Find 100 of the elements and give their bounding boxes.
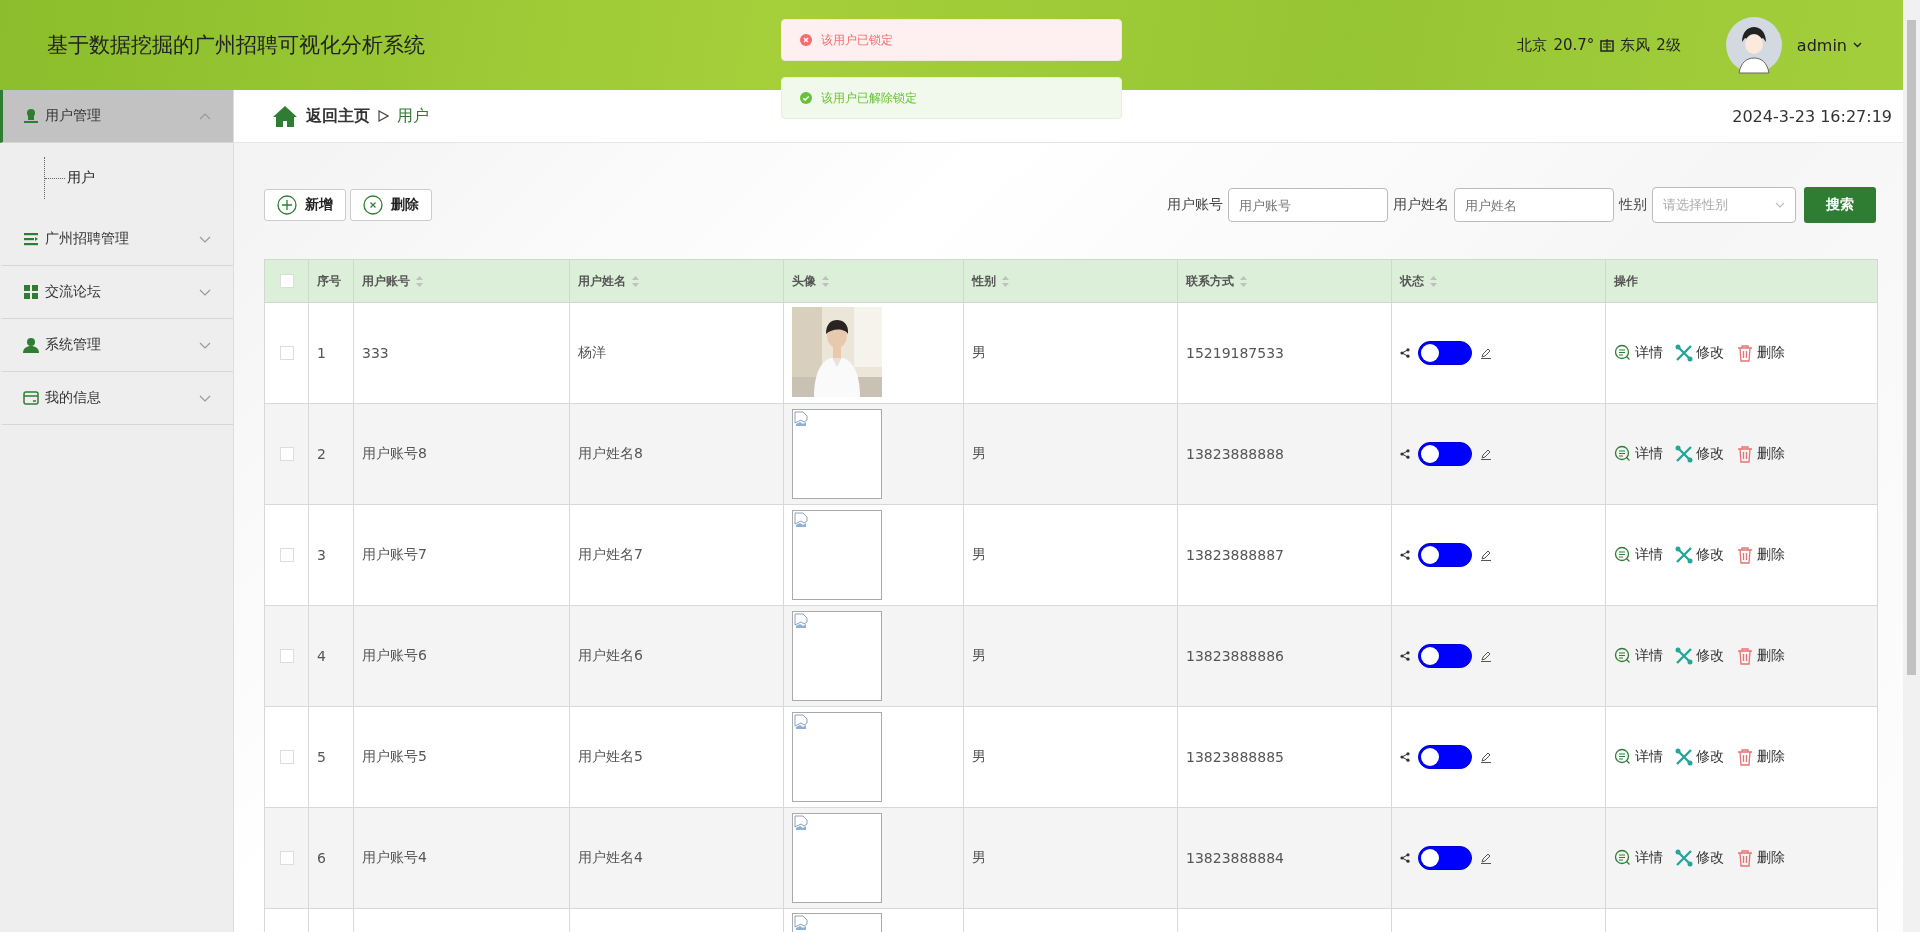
detail-icon xyxy=(1614,445,1632,463)
detail-link[interactable]: 详情 xyxy=(1614,647,1663,665)
edit-link[interactable]: 修改 xyxy=(1675,647,1724,665)
edit-link[interactable]: 修改 xyxy=(1675,344,1724,362)
table-cell: 15219187533 xyxy=(1177,302,1392,404)
pencil-icon[interactable] xyxy=(1480,347,1492,359)
select-all-checkbox[interactable] xyxy=(279,274,294,288)
user-name[interactable]: admin xyxy=(1796,35,1847,55)
scrollbar-thumb[interactable] xyxy=(1907,20,1916,675)
detail-link[interactable]: 详情 xyxy=(1614,849,1663,867)
row-checkbox[interactable] xyxy=(279,548,294,562)
table-cell: 男 xyxy=(963,605,1178,707)
column-header[interactable]: 用户账号 xyxy=(353,259,570,303)
table-cell: 用户姓名8 xyxy=(569,403,784,505)
list-icon xyxy=(23,231,39,247)
wrench-icon xyxy=(1675,445,1693,463)
detail-link[interactable]: 详情 xyxy=(1614,344,1663,362)
chevron-down-icon xyxy=(1775,202,1785,208)
share-icon[interactable] xyxy=(1400,853,1410,863)
sidebar-item[interactable]: 我的信息 xyxy=(0,372,233,425)
share-icon[interactable] xyxy=(1400,752,1410,762)
home-link[interactable]: 返回主页 xyxy=(306,105,370,127)
sidebar-item[interactable]: 用户管理 xyxy=(0,90,233,143)
delete-link[interactable]: 删除 xyxy=(1736,546,1785,564)
sidebar-item[interactable]: 交流论坛 xyxy=(0,266,233,319)
pencil-icon[interactable] xyxy=(1480,852,1492,864)
edit-link[interactable]: 修改 xyxy=(1675,445,1724,463)
detail-link[interactable]: 详情 xyxy=(1614,445,1663,463)
delete-link[interactable]: 删除 xyxy=(1736,445,1785,463)
triangle-icon xyxy=(378,110,389,122)
table-cell: 用户姓名4 xyxy=(569,807,784,909)
share-icon[interactable] xyxy=(1400,348,1410,358)
search-field[interactable]: 用户账号 xyxy=(1228,188,1388,222)
toggle-switch[interactable] xyxy=(1418,846,1472,870)
pencil-icon[interactable] xyxy=(1480,448,1492,460)
toggle-switch[interactable] xyxy=(1418,543,1472,567)
table-cell: 用户账号4 xyxy=(353,807,570,909)
detail-link[interactable]: 详情 xyxy=(1614,546,1663,564)
column-header[interactable]: 头像 xyxy=(783,259,964,303)
scrollbar[interactable] xyxy=(1903,0,1920,932)
sidebar-item[interactable]: 系统管理 xyxy=(0,319,233,372)
delete-link[interactable]: 删除 xyxy=(1736,849,1785,867)
wrench-icon xyxy=(1675,647,1693,665)
add-button[interactable]: 新增 xyxy=(264,189,346,221)
row-checkbox[interactable] xyxy=(279,649,294,663)
detail-link[interactable]: 详情 xyxy=(1614,748,1663,766)
share-icon[interactable] xyxy=(1400,651,1410,661)
share-icon[interactable] xyxy=(1400,550,1410,560)
toggle-switch[interactable] xyxy=(1418,745,1472,769)
trash-icon xyxy=(1736,647,1754,665)
delete-link[interactable]: 删除 xyxy=(1736,344,1785,362)
user-avatar[interactable] xyxy=(1724,16,1783,74)
column-header[interactable]: 性别 xyxy=(963,259,1178,303)
breadcrumb-current: 用户 xyxy=(397,105,429,127)
table-cell: 1 xyxy=(308,302,354,404)
filter-label: 用户姓名 xyxy=(1393,196,1449,214)
trash-icon xyxy=(1736,445,1754,463)
edit-link[interactable]: 修改 xyxy=(1675,546,1724,564)
row-checkbox[interactable] xyxy=(279,750,294,764)
plus-circle-icon xyxy=(277,195,297,215)
edit-link[interactable]: 修改 xyxy=(1675,849,1724,867)
toggle-switch[interactable] xyxy=(1418,442,1472,466)
search-field[interactable]: 用户姓名 xyxy=(1454,188,1614,222)
home-icon[interactable] xyxy=(272,105,298,127)
pencil-icon[interactable] xyxy=(1480,549,1492,561)
delete-link[interactable]: 删除 xyxy=(1736,647,1785,665)
share-icon[interactable] xyxy=(1400,449,1410,459)
pencil-icon[interactable] xyxy=(1480,650,1492,662)
column-header[interactable]: 状态 xyxy=(1391,259,1606,303)
check-icon xyxy=(800,92,812,104)
pencil-icon[interactable] xyxy=(1480,751,1492,763)
trash-icon xyxy=(1736,546,1754,564)
column-header: 序号 xyxy=(308,259,354,303)
submenu-item[interactable]: 用户 xyxy=(67,169,95,187)
weather-icon xyxy=(1600,38,1615,52)
edit-link[interactable]: 修改 xyxy=(1675,748,1724,766)
toast-message: 该用户已锁定 xyxy=(821,31,893,49)
search-button[interactable]: 搜索 xyxy=(1804,187,1876,223)
delete-button[interactable]: 删除 xyxy=(350,189,432,221)
chevron-down-icon xyxy=(199,341,211,349)
trash-icon xyxy=(1736,748,1754,766)
city-label: 北京 xyxy=(1517,35,1548,55)
toggle-switch[interactable] xyxy=(1418,644,1472,668)
table-cell: 男 xyxy=(963,807,1178,909)
chevron-down-icon xyxy=(199,394,211,402)
column-header[interactable]: 联系方式 xyxy=(1177,259,1392,303)
table-cell: 3 xyxy=(308,504,354,606)
toggle-switch[interactable] xyxy=(1418,341,1472,365)
column-header[interactable]: 用户姓名 xyxy=(569,259,784,303)
wrench-icon xyxy=(1675,344,1693,362)
wrench-icon xyxy=(1675,748,1693,766)
row-checkbox[interactable] xyxy=(279,851,294,865)
x-circle-icon xyxy=(363,195,383,215)
row-checkbox[interactable] xyxy=(279,447,294,461)
table-cell: 男 xyxy=(963,403,1178,505)
row-checkbox[interactable] xyxy=(279,346,294,360)
sidebar-item[interactable]: 广州招聘管理 xyxy=(0,213,233,266)
delete-link[interactable]: 删除 xyxy=(1736,748,1785,766)
detail-icon xyxy=(1614,344,1632,362)
wind-label: 东风 xyxy=(1620,35,1651,55)
